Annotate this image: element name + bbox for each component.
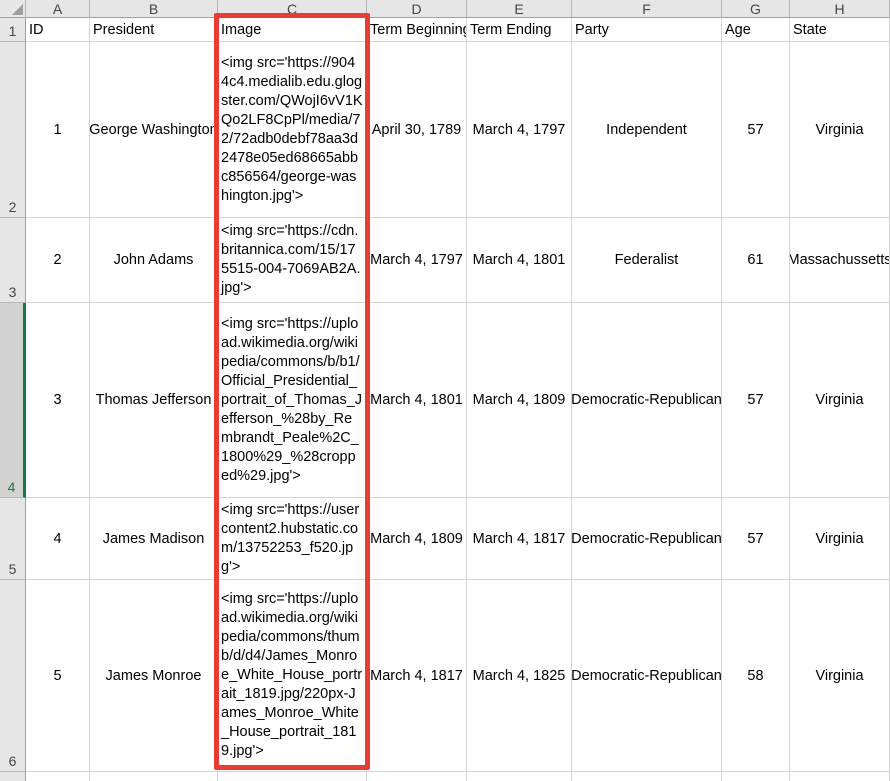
- sheet-row-3: 32John Adams<img src='https://cdn.britan…: [0, 218, 890, 303]
- cell-D2[interactable]: April 30, 1789: [367, 42, 467, 218]
- column-header-strip: ABCDEFGH: [0, 0, 890, 18]
- cell-E3[interactable]: March 4, 1801: [467, 218, 572, 303]
- select-all-triangle-icon: [12, 4, 23, 15]
- cell-G3[interactable]: 61: [722, 218, 790, 303]
- cell-H4[interactable]: Virginia: [790, 303, 890, 498]
- cell-E1[interactable]: Term Ending: [467, 18, 572, 42]
- cell-H7[interactable]: [790, 772, 890, 781]
- row-header-3[interactable]: 3: [0, 218, 26, 303]
- sheet-row-2: 21George Washington<img src='https://904…: [0, 42, 890, 218]
- column-header-B[interactable]: B: [90, 0, 218, 18]
- cell-F7[interactable]: [572, 772, 722, 781]
- cell-G1[interactable]: Age: [722, 18, 790, 42]
- cell-A1[interactable]: ID: [26, 18, 90, 42]
- cell-F5[interactable]: Democratic-Republican: [572, 498, 722, 580]
- cell-F6[interactable]: Democratic-Republican: [572, 580, 722, 772]
- cell-A3[interactable]: 2: [26, 218, 90, 303]
- spreadsheet: ABCDEFGH 1IDPresidentImageTerm Beginning…: [0, 0, 890, 781]
- cell-D7[interactable]: [367, 772, 467, 781]
- cell-G4[interactable]: 57: [722, 303, 790, 498]
- cell-D1[interactable]: Term Beginning: [367, 18, 467, 42]
- cell-A5[interactable]: 4: [26, 498, 90, 580]
- cell-C4[interactable]: <img src='https://upload.wikimedia.org/w…: [218, 303, 367, 498]
- column-header-D[interactable]: D: [367, 0, 467, 18]
- cell-G7[interactable]: [722, 772, 790, 781]
- cell-H2[interactable]: Virginia: [790, 42, 890, 218]
- cell-E5[interactable]: March 4, 1817: [467, 498, 572, 580]
- cell-G5[interactable]: 57: [722, 498, 790, 580]
- cell-A7[interactable]: [26, 772, 90, 781]
- cell-G2[interactable]: 57: [722, 42, 790, 218]
- cell-F2[interactable]: Independent: [572, 42, 722, 218]
- cell-C3[interactable]: <img src='https://cdn.britannica.com/15/…: [218, 218, 367, 303]
- sheet-rows: 1IDPresidentImageTerm BeginningTerm Endi…: [0, 18, 890, 781]
- row-header-6[interactable]: 6: [0, 580, 26, 772]
- sheet-row-partial: [0, 772, 890, 781]
- cell-H6[interactable]: Virginia: [790, 580, 890, 772]
- select-all-corner[interactable]: [0, 0, 26, 18]
- column-header-G[interactable]: G: [722, 0, 790, 18]
- row-header-2[interactable]: 2: [0, 42, 26, 218]
- cell-C7[interactable]: [218, 772, 367, 781]
- cell-E4[interactable]: March 4, 1809: [467, 303, 572, 498]
- cell-D3[interactable]: March 4, 1797: [367, 218, 467, 303]
- cell-C1[interactable]: Image: [218, 18, 367, 42]
- row-header-1[interactable]: 1: [0, 18, 26, 42]
- cell-B2[interactable]: George Washington: [90, 42, 218, 218]
- row-header-5[interactable]: 5: [0, 498, 26, 580]
- cell-G6[interactable]: 58: [722, 580, 790, 772]
- cell-F1[interactable]: Party: [572, 18, 722, 42]
- cell-F4[interactable]: Democratic-Republican: [572, 303, 722, 498]
- cell-D5[interactable]: March 4, 1809: [367, 498, 467, 580]
- sheet-row-5: 54James Madison<img src='https://usercon…: [0, 498, 890, 580]
- cell-F3[interactable]: Federalist: [572, 218, 722, 303]
- cell-D4[interactable]: March 4, 1801: [367, 303, 467, 498]
- cell-H5[interactable]: Virginia: [790, 498, 890, 580]
- cell-B3[interactable]: John Adams: [90, 218, 218, 303]
- cell-B7[interactable]: [90, 772, 218, 781]
- cell-A2[interactable]: 1: [26, 42, 90, 218]
- cell-H3[interactable]: Massachussetts: [790, 218, 890, 303]
- row-header-4[interactable]: 4: [0, 303, 26, 498]
- cell-H1[interactable]: State: [790, 18, 890, 42]
- cell-E7[interactable]: [467, 772, 572, 781]
- cell-C6[interactable]: <img src='https://upload.wikimedia.org/w…: [218, 580, 367, 772]
- cell-B4[interactable]: Thomas Jefferson: [90, 303, 218, 498]
- column-header-E[interactable]: E: [467, 0, 572, 18]
- sheet-row-4: 43Thomas Jefferson<img src='https://uplo…: [0, 303, 890, 498]
- sheet-row-1: 1IDPresidentImageTerm BeginningTerm Endi…: [0, 18, 890, 42]
- column-header-F[interactable]: F: [572, 0, 722, 18]
- cell-B1[interactable]: President: [90, 18, 218, 42]
- row-header-7[interactable]: [0, 772, 26, 781]
- cell-E2[interactable]: March 4, 1797: [467, 42, 572, 218]
- cell-B6[interactable]: James Monroe: [90, 580, 218, 772]
- column-header-C[interactable]: C: [218, 0, 367, 18]
- cell-B5[interactable]: James Madison: [90, 498, 218, 580]
- sheet-row-6: 65James Monroe<img src='https://upload.w…: [0, 580, 890, 772]
- column-header-A[interactable]: A: [26, 0, 90, 18]
- cell-A4[interactable]: 3: [26, 303, 90, 498]
- cell-C5[interactable]: <img src='https://usercontent2.hubstatic…: [218, 498, 367, 580]
- column-header-H[interactable]: H: [790, 0, 890, 18]
- cell-D6[interactable]: March 4, 1817: [367, 580, 467, 772]
- cell-C2[interactable]: <img src='https://9044c4.medialib.edu.gl…: [218, 42, 367, 218]
- cell-E6[interactable]: March 4, 1825: [467, 580, 572, 772]
- cell-A6[interactable]: 5: [26, 580, 90, 772]
